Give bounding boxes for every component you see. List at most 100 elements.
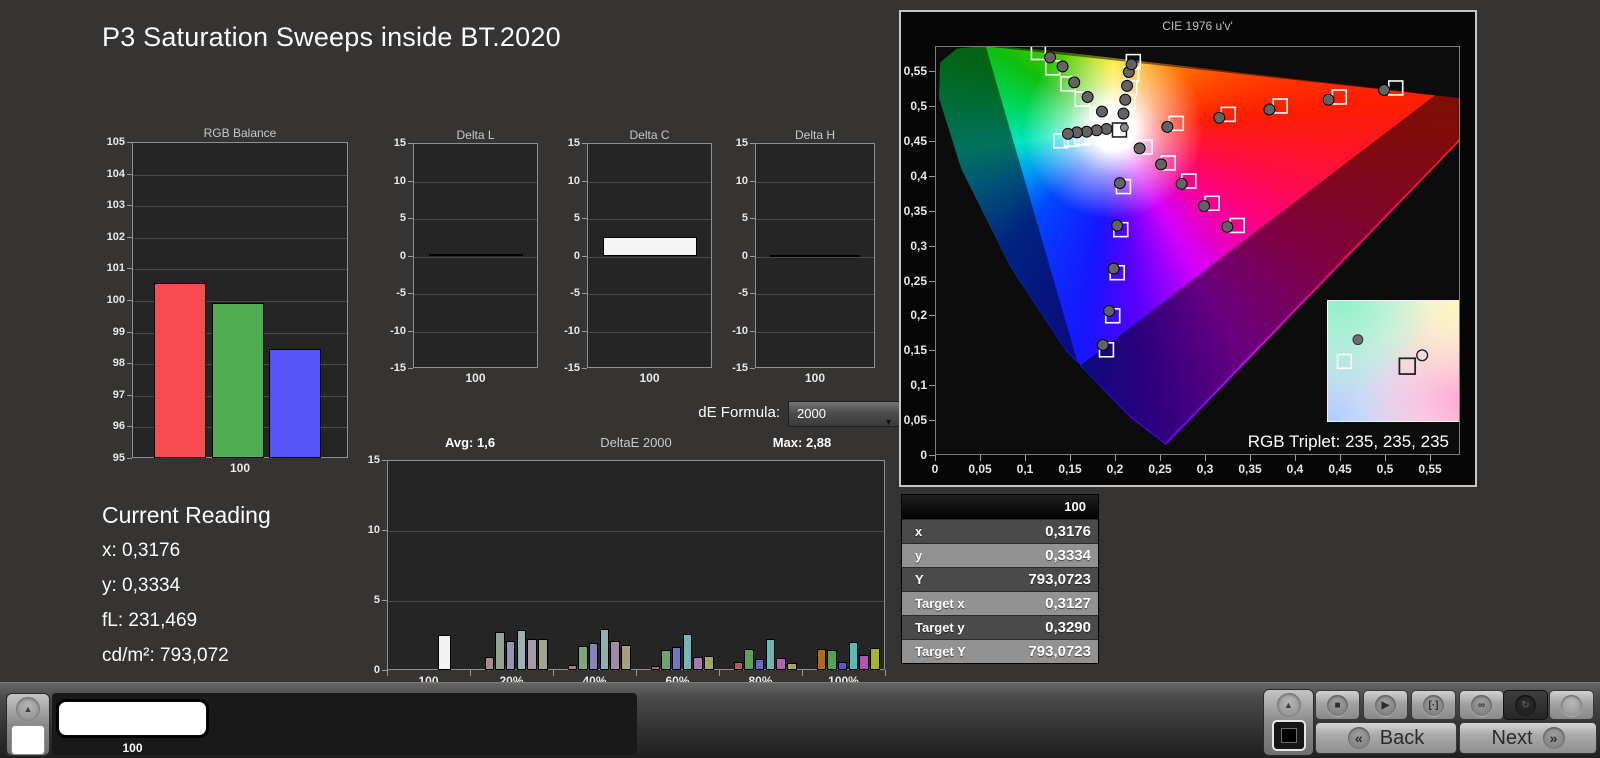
x-tick-label: 0 (913, 462, 957, 476)
y-tick-label: 0 (380, 250, 406, 262)
stop-button[interactable]: ■ (1315, 690, 1360, 720)
y-tick-label: 10 (554, 175, 580, 187)
x-tick (935, 455, 936, 461)
y-tick (929, 281, 935, 282)
de-formula-label: dE Formula: (638, 404, 780, 421)
deltae-chart: Avg: 1,6DeltaE 2000Max: 2,8815105010020%… (355, 433, 900, 683)
bar (506, 641, 516, 670)
x-tick-label: 0,5 (1363, 462, 1407, 476)
table-row: y0,3334 (902, 543, 1098, 567)
pattern-thumbnail-strip: 100 (52, 693, 637, 755)
loop-button[interactable]: ↻ (1503, 690, 1548, 720)
measured-point (1062, 128, 1073, 139)
chevron-up-icon: ▲ (16, 697, 40, 721)
bar (269, 349, 321, 458)
plot-area (387, 460, 885, 670)
x-tick-label: 0,4 (1273, 462, 1317, 476)
x-tick (1115, 455, 1116, 461)
next-button[interactable]: Next » (1459, 722, 1597, 754)
row-label: Target Y (902, 640, 1006, 663)
pattern-collapse-button[interactable]: ▲ (6, 693, 50, 756)
y-tick-label: -15 (554, 362, 580, 374)
y-tick-label: 0,05 (901, 413, 927, 427)
y-tick-label: -15 (380, 362, 406, 374)
measured-point (1156, 159, 1167, 170)
measured-point (1126, 59, 1137, 70)
current-reading-heading: Current Reading (102, 502, 271, 529)
x-tick (1385, 455, 1386, 461)
y-tick-label: 10 (356, 524, 380, 536)
target-point (1389, 81, 1403, 95)
pattern-swatch-100[interactable] (58, 701, 207, 736)
y-tick (750, 181, 755, 182)
gridline (133, 238, 347, 239)
measured-point (1379, 85, 1390, 96)
continuous-measure-button[interactable]: ∞ (1459, 690, 1504, 720)
y-tick-label: 104 (99, 168, 125, 180)
bar (859, 655, 869, 670)
next-button-label: Next (1491, 727, 1532, 750)
target-point (1400, 358, 1416, 374)
bar (517, 630, 527, 670)
x-tick (885, 670, 886, 676)
app-root: P3 Saturation Sweeps inside BT.2020 RGB … (0, 0, 1600, 758)
target-point (1031, 47, 1045, 59)
measured-point (1069, 77, 1080, 88)
bar (621, 645, 631, 670)
gridline (388, 601, 884, 602)
record-button[interactable] (1549, 690, 1594, 720)
measured-point (1134, 143, 1145, 154)
cie-diagram-panel: CIE 1976 u'v' RGB Triplet: 235, 235, 235… (899, 10, 1477, 487)
x-tick (1070, 455, 1071, 461)
blank-circle-icon (1561, 695, 1582, 716)
rgb-triplet-label: RGB Triplet: 235, 235, 235 (1248, 432, 1449, 452)
gridline (414, 294, 537, 295)
play-icon: ▶ (1375, 695, 1396, 716)
y-tick (929, 106, 935, 107)
y-tick (127, 426, 132, 427)
bar (610, 641, 620, 670)
y-tick (929, 176, 935, 177)
x-tick-label: 0,55 (1408, 462, 1452, 476)
gridline (588, 332, 711, 333)
gridline (133, 206, 347, 207)
gridline (588, 219, 711, 220)
back-button[interactable]: « Back (1315, 722, 1457, 754)
x-tick-label: 0,45 (1318, 462, 1362, 476)
read-measure-button[interactable]: [·] (1411, 690, 1456, 720)
table-row: Target Y793,0723 (902, 639, 1098, 663)
meter-read-icon: [·] (1423, 695, 1444, 716)
next-chevron-icon: » (1543, 727, 1565, 749)
x-tick-label: 0,2 (1093, 462, 1137, 476)
bar (776, 658, 786, 670)
y-tick (382, 530, 387, 531)
row-label: y (902, 544, 1006, 567)
y-tick-label: 98 (99, 357, 125, 369)
plot-area (587, 143, 712, 368)
bar (870, 648, 880, 670)
gridline (756, 219, 874, 220)
pattern-window-button[interactable]: ▲ (1263, 689, 1314, 756)
row-value: 0,3176 (1006, 520, 1098, 543)
bar (538, 639, 548, 671)
y-tick-label: -10 (722, 325, 748, 337)
y-tick-label: 0,1 (901, 378, 927, 392)
y-tick-label: -10 (380, 325, 406, 337)
gridline (756, 332, 874, 333)
y-tick (929, 350, 935, 351)
measured-point (1162, 121, 1173, 132)
measured-point (1101, 123, 1112, 134)
y-tick-label: 0,45 (901, 134, 927, 148)
y-tick-label: 0,2 (901, 308, 927, 322)
bar (212, 303, 264, 458)
y-tick-label: 15 (554, 137, 580, 149)
de-formula-select[interactable]: 2000 ▼ (788, 401, 900, 427)
measured-point (1108, 263, 1119, 274)
y-tick (127, 458, 132, 459)
y-tick (582, 331, 587, 332)
bar (683, 634, 693, 670)
play-button[interactable]: ▶ (1363, 690, 1408, 720)
white-pattern-chip (11, 725, 45, 755)
y-tick (127, 174, 132, 175)
y-tick-label: 103 (99, 199, 125, 211)
